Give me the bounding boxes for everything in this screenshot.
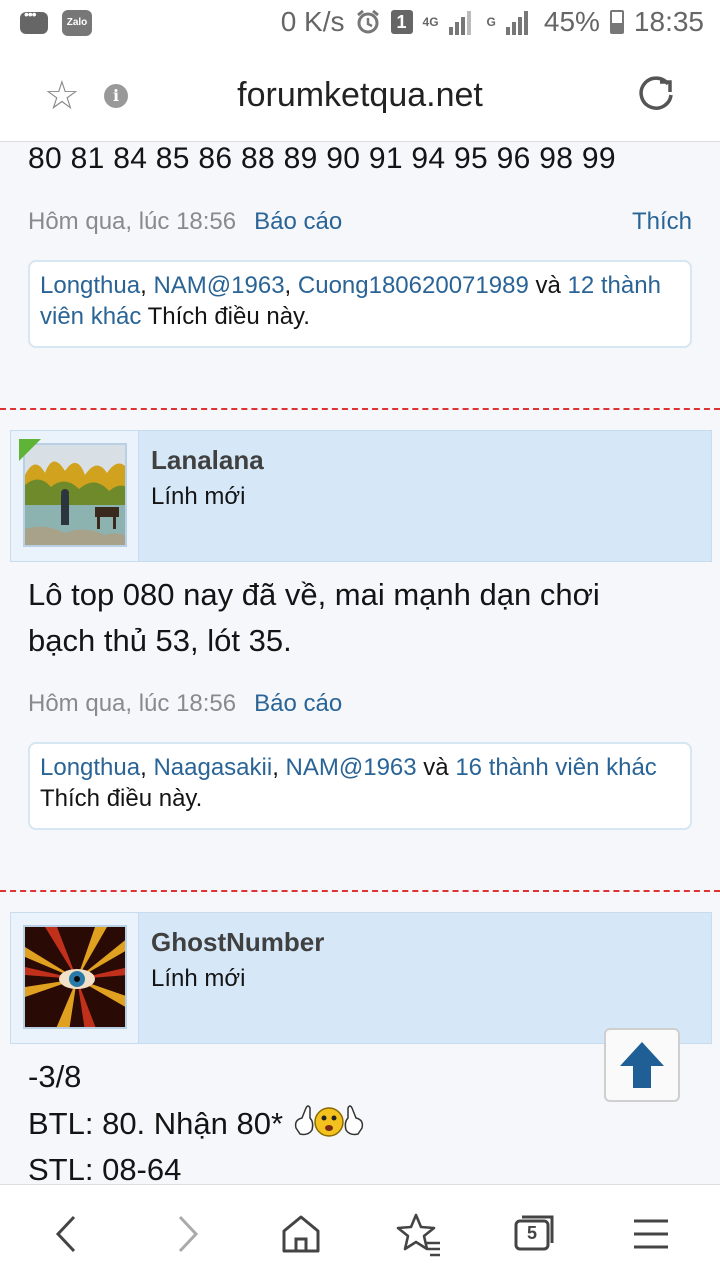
arrow-up-icon — [620, 1042, 664, 1088]
clock: 18:35 — [633, 6, 704, 37]
bookmarks-icon[interactable] — [394, 1209, 444, 1259]
liker-link[interactable]: Cuong180620071989 — [298, 272, 529, 299]
post-body: -3/8 BTL: 80. Nhận 80* STL: 08-64 — [28, 1054, 366, 1184]
avatar[interactable] — [23, 925, 127, 1029]
forum-thread: 80 81 84 85 86 88 89 90 91 94 95 96 98 9… — [0, 142, 720, 1184]
zalo-notification-icon: Zalo — [62, 10, 92, 36]
back-icon[interactable] — [42, 1209, 92, 1259]
user-title: Lính mới — [151, 965, 246, 992]
liker-link[interactable]: Longthua — [40, 272, 140, 299]
battery-percent: 45% — [543, 6, 600, 37]
liker-link[interactable]: NAM@1963 — [153, 272, 284, 299]
post-timestamp: Hôm qua, lúc 18:56 — [28, 690, 237, 717]
status-bar: Zalo 0 K/s 1 4G G 45% 18:35 — [0, 0, 720, 50]
network-4g-label: 4G — [422, 15, 439, 29]
scroll-to-top-button[interactable] — [604, 1028, 680, 1102]
browser-bottom-bar: 5 — [0, 1184, 720, 1280]
avatar-frame — [11, 913, 139, 1043]
sim-badge: 1 — [390, 10, 413, 34]
and-word: và — [535, 272, 561, 299]
network-speed: 0 K/s — [280, 6, 345, 37]
post-user-header: GhostNumber Lính mới — [10, 912, 712, 1044]
post-body: Lô top 080 nay đã về, mai mạnh dạn chơi … — [28, 572, 600, 664]
signal-icon — [448, 9, 477, 35]
liker-link[interactable]: Naagasakii — [153, 754, 272, 781]
and-word: và — [423, 754, 449, 781]
username[interactable]: GhostNumber — [151, 927, 324, 958]
alarm-icon — [356, 9, 379, 34]
url-text[interactable]: forumketqua.net — [0, 76, 720, 115]
report-link[interactable]: Báo cáo — [254, 208, 342, 235]
post-text-line: bạch thủ 53, lót 35. — [28, 623, 292, 658]
network-g-label: G — [486, 15, 496, 29]
menu-icon[interactable] — [626, 1209, 676, 1259]
post-text-line: -3/8 — [28, 1059, 82, 1094]
post-timestamp: Hôm qua, lúc 18:56 — [28, 208, 237, 235]
post-number-list: 80 81 84 85 86 88 89 90 91 94 95 96 98 9… — [28, 142, 616, 175]
username[interactable]: Lanalana — [151, 445, 264, 476]
liker-link[interactable]: NAM@1963 — [286, 754, 417, 781]
post-meta: Hôm qua, lúc 18:56 Báo cáo — [28, 208, 342, 236]
avatar-frame — [11, 431, 139, 561]
browser-url-bar: ☆ i forumketqua.net — [0, 50, 720, 142]
post-text-span: BTL: 80. Nhận 80* — [28, 1106, 284, 1141]
likes-summary: Longthua, Naagasakii, NAM@1963 và 16 thà… — [28, 742, 692, 830]
post-divider — [0, 408, 720, 410]
post-text-line: STL: 08-64 — [28, 1152, 182, 1184]
user-title: Lính mới — [151, 483, 246, 510]
thumbs-up-smiley-icon — [294, 1105, 363, 1137]
message-notification-icon — [20, 6, 48, 34]
likes-suffix: Thích điều này. — [40, 785, 203, 812]
likes-summary: Longthua, NAM@1963, Cuong180620071989 và… — [28, 260, 692, 348]
post-user-header: Lanalana Lính mới — [10, 430, 712, 562]
signal-icon-2 — [505, 9, 534, 35]
forward-icon[interactable] — [162, 1209, 212, 1259]
home-icon[interactable] — [276, 1209, 326, 1259]
post-text-line: BTL: 80. Nhận 80* — [28, 1100, 366, 1147]
liker-link[interactable]: Longthua — [40, 754, 140, 781]
post-text-line: Lô top 080 nay đã về, mai mạnh dạn chơi — [28, 577, 600, 612]
post-divider — [0, 890, 720, 892]
reload-icon[interactable] — [638, 76, 676, 114]
report-link[interactable]: Báo cáo — [254, 690, 342, 717]
tabs-button[interactable]: 5 — [510, 1209, 560, 1259]
others-link[interactable]: 16 thành viên khác — [455, 754, 656, 781]
post-meta: Hôm qua, lúc 18:56 Báo cáo — [28, 690, 342, 718]
battery-icon — [609, 10, 624, 34]
likes-suffix: Thích điều này. — [147, 303, 310, 330]
online-indicator — [19, 439, 41, 461]
like-link[interactable]: Thích — [632, 208, 692, 236]
tab-count: 5 — [526, 1223, 537, 1243]
